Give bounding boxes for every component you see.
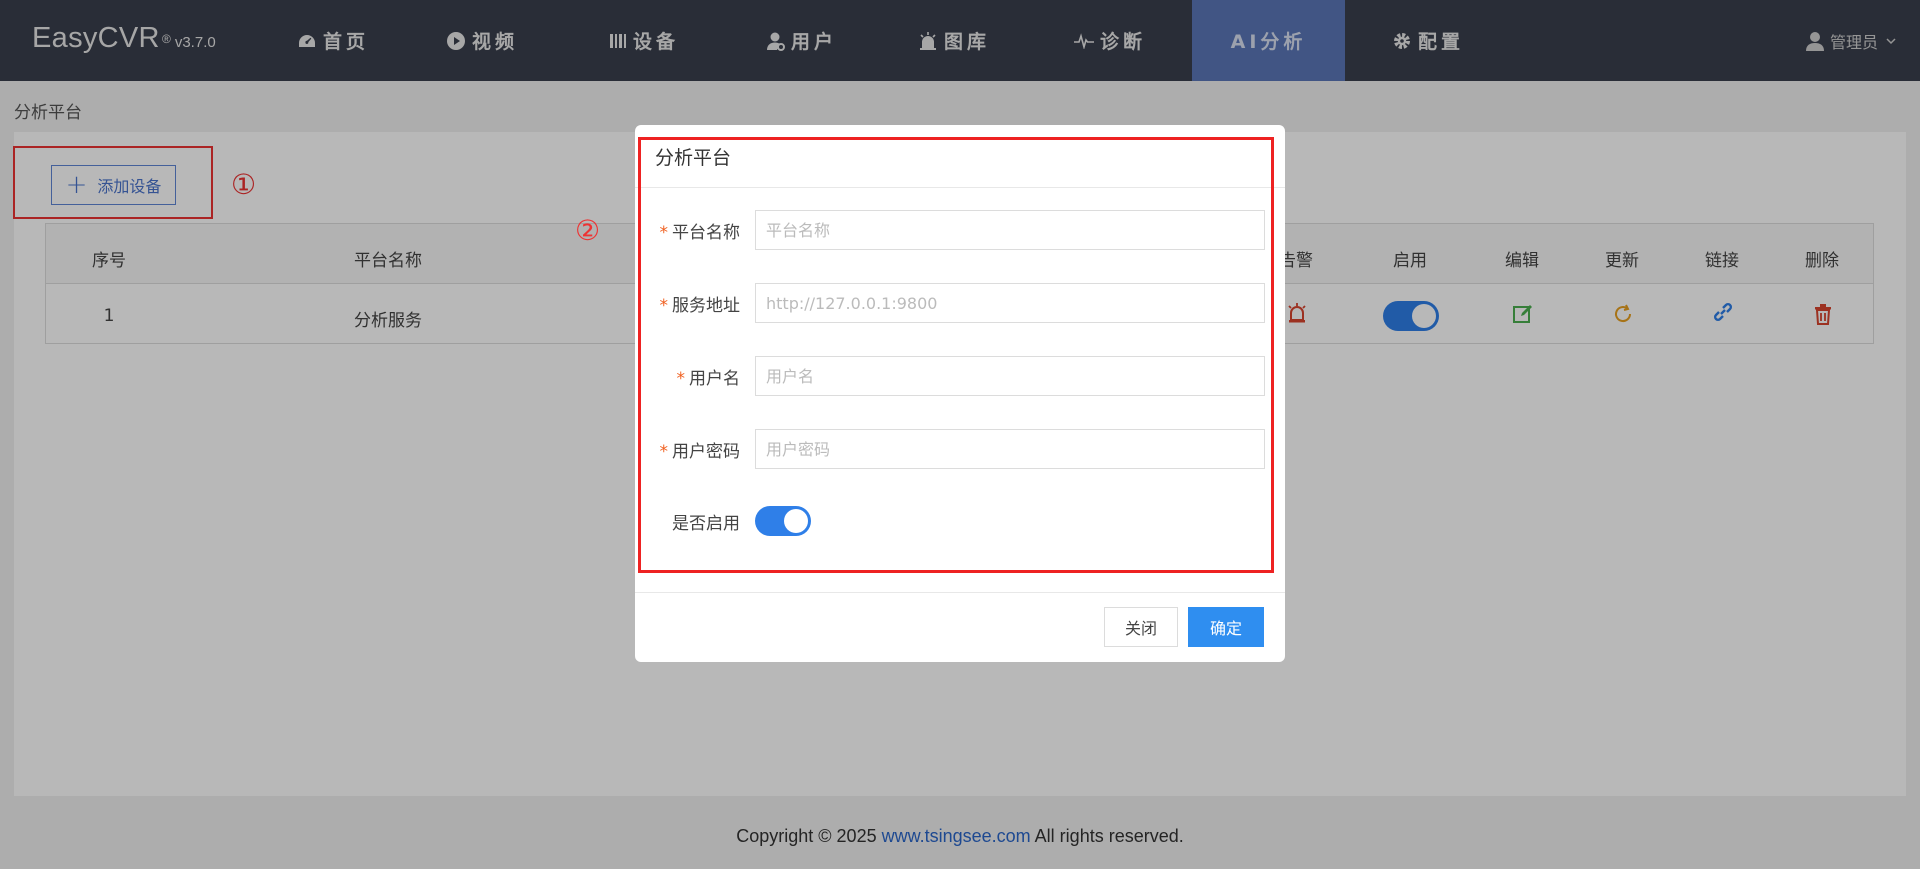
label-service-address: * 服务地址 [659, 296, 741, 316]
label-username: * 用户名 [676, 369, 741, 389]
label-enable: 是否启用 [672, 514, 740, 534]
platform-dialog: 分析平台 *平台名称 *服务地址 *用户名 *用户密码 是否启用 关闭 确定 [635, 125, 1285, 662]
annotation-step-2: ② [575, 214, 601, 247]
divider [635, 592, 1285, 593]
enable-switch[interactable] [755, 506, 811, 536]
label-password: * 用户密码 [659, 442, 741, 462]
username-input[interactable] [755, 356, 1265, 396]
dialog-title: 分析平台 [655, 147, 732, 169]
password-input[interactable] [755, 429, 1265, 469]
platform-name-input[interactable] [755, 210, 1265, 250]
label-platform-name: * 平台名称 [659, 223, 741, 243]
divider [635, 187, 1285, 188]
close-button[interactable]: 关闭 [1104, 607, 1178, 647]
confirm-button[interactable]: 确定 [1188, 607, 1264, 647]
annotation-box-form [638, 137, 1274, 573]
service-address-input[interactable] [755, 283, 1265, 323]
